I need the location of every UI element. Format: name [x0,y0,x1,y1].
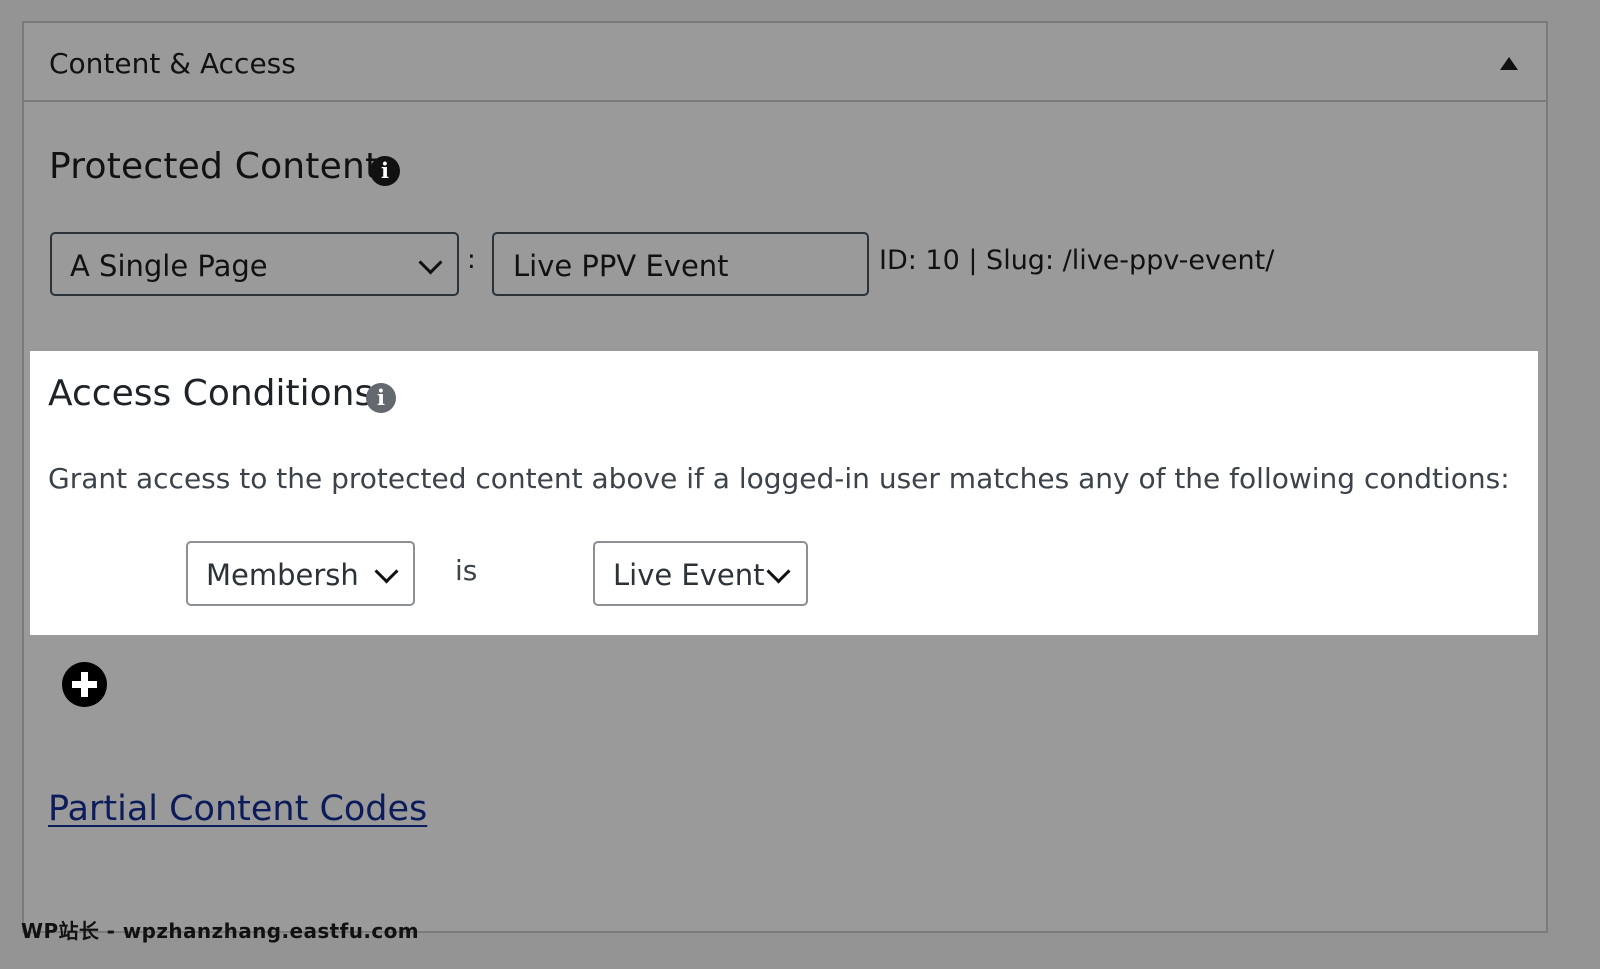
chevron-down-icon [374,559,399,584]
condition-field-select[interactable]: Membership [186,541,415,606]
protected-content-title: Protected Content [49,146,380,187]
condition-value-select[interactable]: Live Event [593,541,808,606]
protected-content-type-select[interactable]: A Single Page [50,232,459,296]
access-conditions-description: Grant access to the protected content ab… [48,462,1510,495]
condition-value-value: Live Event [613,558,765,592]
page-id-slug: ID: 10 | Slug: /live-ppv-event/ [879,245,1275,276]
access-conditions-title: Access Conditions [48,373,374,414]
panel-header[interactable]: Content & Access [24,23,1546,102]
condition-operator: is [455,554,478,587]
plus-circle-icon[interactable] [62,662,107,707]
triangle-up-icon[interactable] [1500,57,1518,70]
watermark: WP站长 - wpzhanzhang.eastfu.com [21,919,419,943]
info-icon[interactable]: i [366,383,396,413]
chevron-down-icon [766,559,791,584]
plus-bar-vertical [81,672,88,697]
panel-title: Content & Access [49,47,296,80]
protected-page-value: Live PPV Event [513,249,729,283]
protected-content-type-value: A Single Page [70,249,268,283]
access-conditions-section: Access Conditions i Grant access to the … [30,351,1538,635]
partial-content-codes-link[interactable]: Partial Content Codes [48,789,427,829]
chevron-down-icon [418,250,443,275]
condition-field-value: Membership [206,558,361,592]
info-icon[interactable]: i [370,156,400,186]
protected-page-input[interactable]: Live PPV Event [492,232,869,296]
content-separator: : [467,245,476,275]
